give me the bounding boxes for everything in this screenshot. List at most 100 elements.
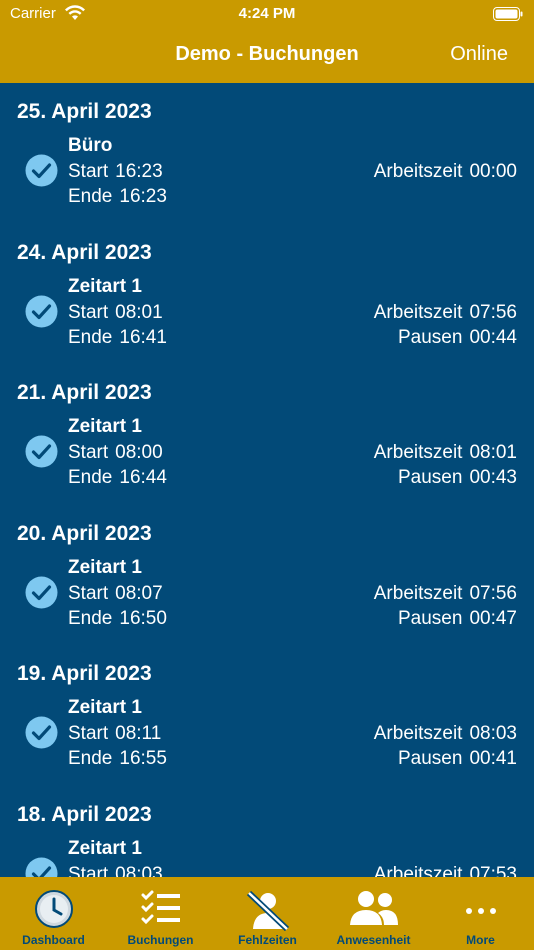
end-time: 16:23 xyxy=(119,186,167,207)
booking-date: 24. April 2023 xyxy=(17,240,152,264)
start-time: 08:07 xyxy=(115,582,163,604)
pause-label: Pausen xyxy=(398,607,463,629)
end-time: 16:50 xyxy=(119,607,167,629)
booking-end: Ende 16:50 xyxy=(68,608,167,630)
check-circle-icon xyxy=(25,435,58,468)
booking-worktime: Arbeitszeit 08:03 xyxy=(374,723,517,745)
work-value: 07:56 xyxy=(469,301,517,323)
people-icon xyxy=(349,891,398,925)
work-value: 07:53 xyxy=(469,863,517,878)
check-circle-icon xyxy=(25,857,58,877)
status-time: 4:24 PM xyxy=(238,5,296,22)
booking-day[interactable]: 24. April 2023 Zeitart 1 Start 08:01 Ende 16:… xyxy=(0,224,534,365)
tab-buchungen[interactable]: Buchungen xyxy=(107,877,214,950)
work-label: Arbeitszeit xyxy=(373,723,463,744)
start-time: 16:23 xyxy=(115,161,163,182)
work-label: Arbeitszeit xyxy=(373,442,463,463)
pause-label: Pausen xyxy=(398,326,463,348)
pause-value: 00:47 xyxy=(469,607,517,629)
booking-date: 20. April 2023 xyxy=(17,521,152,545)
end-label: Ende xyxy=(68,748,113,769)
booking-start: Start 08:03 xyxy=(68,864,163,878)
end-label: Ende xyxy=(68,467,113,488)
booking-date: 19. April 2023 xyxy=(17,662,152,685)
start-time: 08:01 xyxy=(115,301,163,323)
tab-bar: Dashboard Buchungen Fehlzeiten Anwesenhe… xyxy=(0,877,534,950)
booking-type: Büro xyxy=(68,135,113,156)
booking-day[interactable]: 18. April 2023 Zeitart 1 Start 08:03 Arbeits… xyxy=(0,786,534,878)
booking-type: Zeitart 1 xyxy=(68,556,142,578)
booking-day[interactable]: 19. April 2023 Zeitart 1 Start 08:11 Ende 16:… xyxy=(0,645,534,786)
booking-start: Start 08:11 xyxy=(68,723,161,745)
booking-worktime: Arbeitszeit 00:00 xyxy=(374,161,517,183)
check-circle-icon xyxy=(25,295,58,327)
work-value: 08:01 xyxy=(469,442,517,463)
tab-label: Fehlzeiten xyxy=(238,933,297,947)
tab-dashboard[interactable]: Dashboard xyxy=(0,877,107,950)
start-label: Start xyxy=(68,161,109,182)
tab-label: Anwesenheit xyxy=(336,933,411,947)
pause-label: Pausen xyxy=(398,467,463,488)
booking-worktime: Arbeitszeit 08:01 xyxy=(374,442,517,464)
tab-label: More xyxy=(466,933,495,947)
navigation-bar: Carrier 4:24 PM Demo - Buchungen Online xyxy=(0,0,534,83)
work-label: Arbeitszeit xyxy=(373,301,463,323)
booking-type: Zeitart 1 xyxy=(68,697,142,718)
booking-pause: Pausen 00:47 xyxy=(398,608,517,630)
tab-more[interactable]: More xyxy=(427,877,534,950)
check-circle-icon xyxy=(25,716,58,749)
work-value: 00:00 xyxy=(469,161,517,182)
work-label: Arbeitszeit xyxy=(373,582,463,604)
booking-end: Ende 16:23 xyxy=(68,186,167,208)
pause-label: Pausen xyxy=(398,748,463,769)
booking-start: Start 08:07 xyxy=(68,583,163,605)
tab-anwesenheit[interactable]: Anwesenheit xyxy=(320,877,427,950)
person-slash-icon xyxy=(246,890,289,931)
booking-type: Zeitart 1 xyxy=(68,837,142,859)
end-label: Ende xyxy=(68,186,113,207)
start-time: 08:11 xyxy=(115,723,162,744)
start-label: Start xyxy=(68,723,109,744)
booking-pause: Pausen 00:44 xyxy=(398,327,517,349)
start-label: Start xyxy=(68,301,109,323)
end-label: Ende xyxy=(68,326,113,348)
online-button[interactable]: Online xyxy=(450,43,508,66)
end-time: 16:55 xyxy=(119,748,167,769)
end-time: 16:44 xyxy=(119,467,167,488)
pause-value: 00:43 xyxy=(469,467,517,488)
clock-icon xyxy=(34,890,73,928)
booking-day[interactable]: 25. April 2023 Büro Start 16:23 Ende 16:23 Arb… xyxy=(0,83,534,224)
work-value: 08:03 xyxy=(469,723,517,744)
booking-start: Start 08:01 xyxy=(68,302,163,324)
booking-day[interactable]: 20. April 2023 Zeitart 1 Start 08:07 Ende 16:… xyxy=(0,505,534,646)
work-value: 07:56 xyxy=(469,582,517,604)
booking-worktime: Arbeitszeit 07:53 xyxy=(374,864,517,878)
work-label: Arbeitszeit xyxy=(373,161,463,182)
booking-pause: Pausen 00:43 xyxy=(398,467,517,489)
start-label: Start xyxy=(68,582,109,604)
tab-label: Dashboard xyxy=(22,933,85,947)
start-time: 08:03 xyxy=(115,863,163,878)
booking-date: 18. April 2023 xyxy=(17,802,152,826)
more-icon xyxy=(465,908,496,914)
booking-pause: Pausen 00:41 xyxy=(398,748,517,770)
end-label: Ende xyxy=(68,607,113,629)
booking-start: Start 08:00 xyxy=(68,442,163,464)
pause-value: 00:41 xyxy=(469,748,517,769)
booking-start: Start 16:23 xyxy=(68,161,163,183)
start-label: Start xyxy=(68,863,109,878)
check-circle-icon xyxy=(25,154,58,187)
booking-date: 25. April 2023 xyxy=(17,100,152,123)
bookings-list[interactable]: 25. April 2023 Büro Start 16:23 Ende 16:23 Arb… xyxy=(0,83,534,877)
booking-type: Zeitart 1 xyxy=(68,416,142,437)
battery-icon xyxy=(493,7,523,21)
booking-date: 21. April 2023 xyxy=(17,381,152,404)
booking-end: Ende 16:44 xyxy=(68,467,167,489)
booking-worktime: Arbeitszeit 07:56 xyxy=(374,302,517,324)
booking-worktime: Arbeitszeit 07:56 xyxy=(374,583,517,605)
tab-label: Buchungen xyxy=(127,933,194,947)
booking-day[interactable]: 21. April 2023 Zeitart 1 Start 08:00 Ende 16:… xyxy=(0,364,534,505)
booking-end: Ende 16:41 xyxy=(68,327,167,349)
booking-end: Ende 16:55 xyxy=(68,748,167,770)
tab-fehlzeiten[interactable]: Fehlzeiten xyxy=(214,877,321,950)
